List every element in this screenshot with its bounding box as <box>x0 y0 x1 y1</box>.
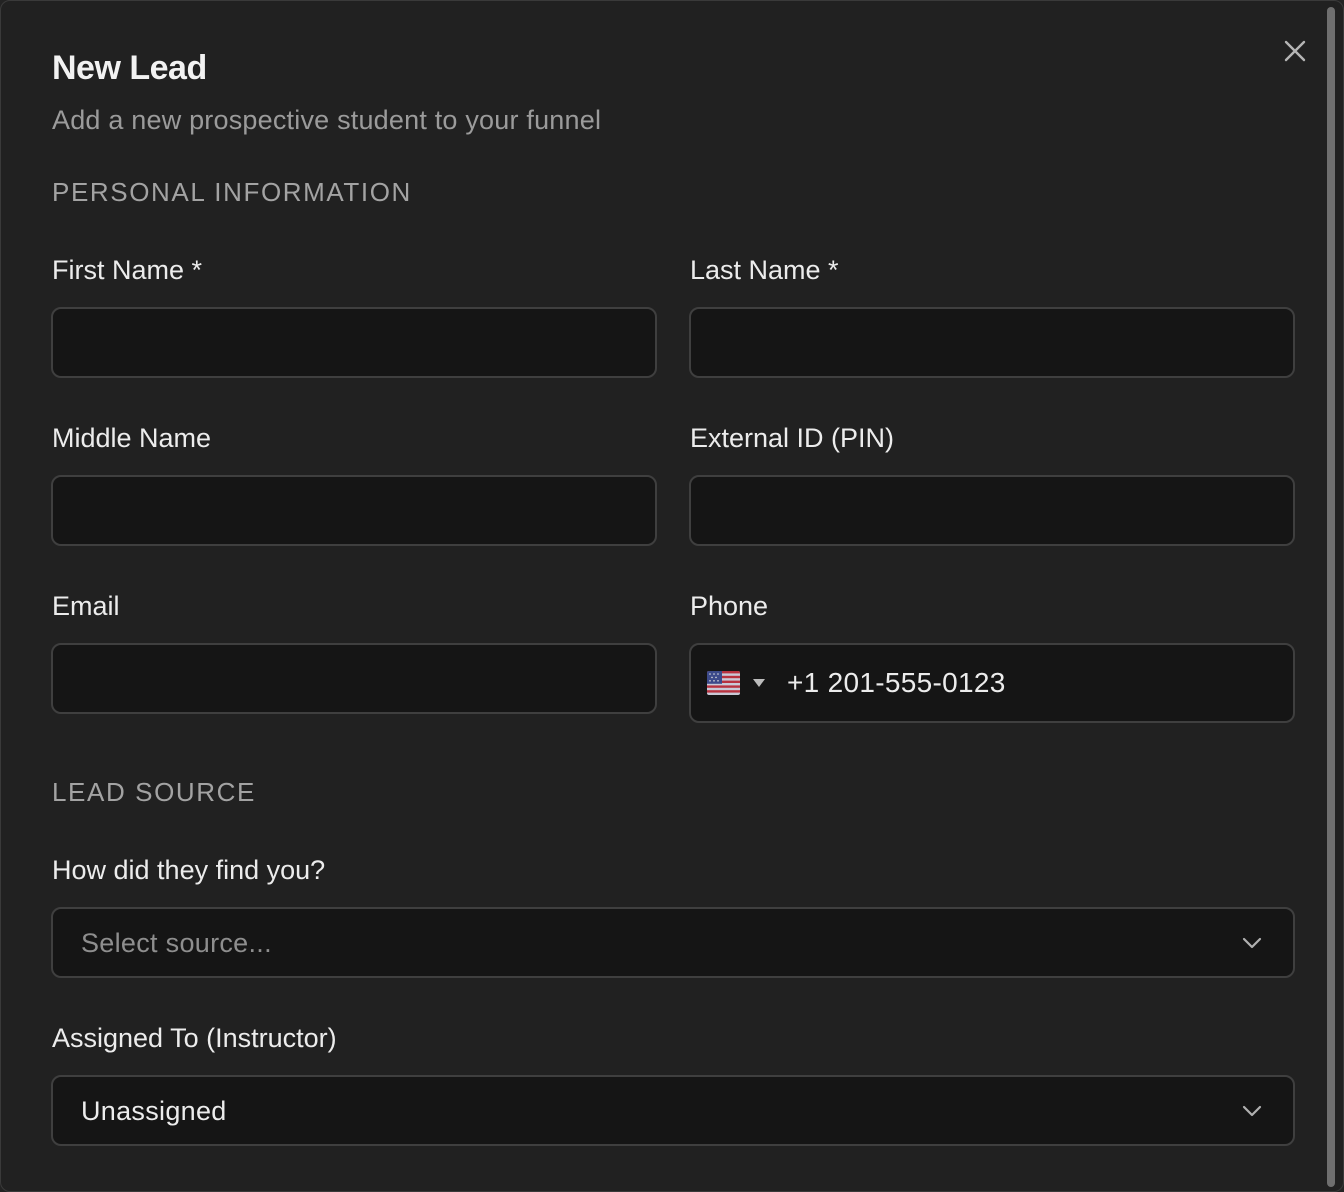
us-flag-icon <box>707 671 740 695</box>
first-name-label: First Name * <box>52 255 203 285</box>
chevron-down-icon <box>1242 937 1262 949</box>
scrollbar[interactable] <box>1324 7 1336 1187</box>
close-button[interactable] <box>1281 37 1309 65</box>
scrollbar-thumb[interactable] <box>1327 7 1335 1187</box>
middle-name-label: Middle Name <box>52 423 212 453</box>
external-id-input[interactable] <box>689 475 1295 546</box>
chevron-down-icon <box>1242 1105 1262 1117</box>
first-name-input[interactable] <box>51 307 657 378</box>
source-label: How did they find you? <box>52 855 326 885</box>
new-lead-dialog: New Lead Add a new prospective student t… <box>0 0 1344 1192</box>
caret-down-icon <box>753 679 765 687</box>
external-id-label: External ID (PIN) <box>690 423 895 453</box>
phone-input[interactable]: +1 201-555-0123 <box>787 667 1006 699</box>
phone-label: Phone <box>690 591 769 621</box>
last-name-label: Last Name * <box>690 255 839 285</box>
lead-source-heading: LEAD SOURCE <box>52 777 256 807</box>
last-name-input[interactable] <box>689 307 1295 378</box>
source-select[interactable]: Select source... <box>51 907 1295 978</box>
dialog-title: New Lead <box>52 49 207 87</box>
assigned-to-label: Assigned To (Instructor) <box>52 1023 337 1053</box>
close-icon <box>1284 40 1306 62</box>
dialog-subtitle: Add a new prospective student to your fu… <box>52 105 602 135</box>
email-input[interactable] <box>51 643 657 714</box>
phone-field: +1 201-555-0123 <box>689 643 1295 723</box>
country-code-select[interactable] <box>707 669 771 699</box>
source-select-placeholder: Select source... <box>81 928 272 958</box>
assigned-to-select[interactable]: Unassigned <box>51 1075 1295 1146</box>
middle-name-input[interactable] <box>51 475 657 546</box>
personal-information-heading: PERSONAL INFORMATION <box>52 177 412 207</box>
email-label: Email <box>52 591 120 621</box>
assigned-to-value: Unassigned <box>81 1096 227 1126</box>
